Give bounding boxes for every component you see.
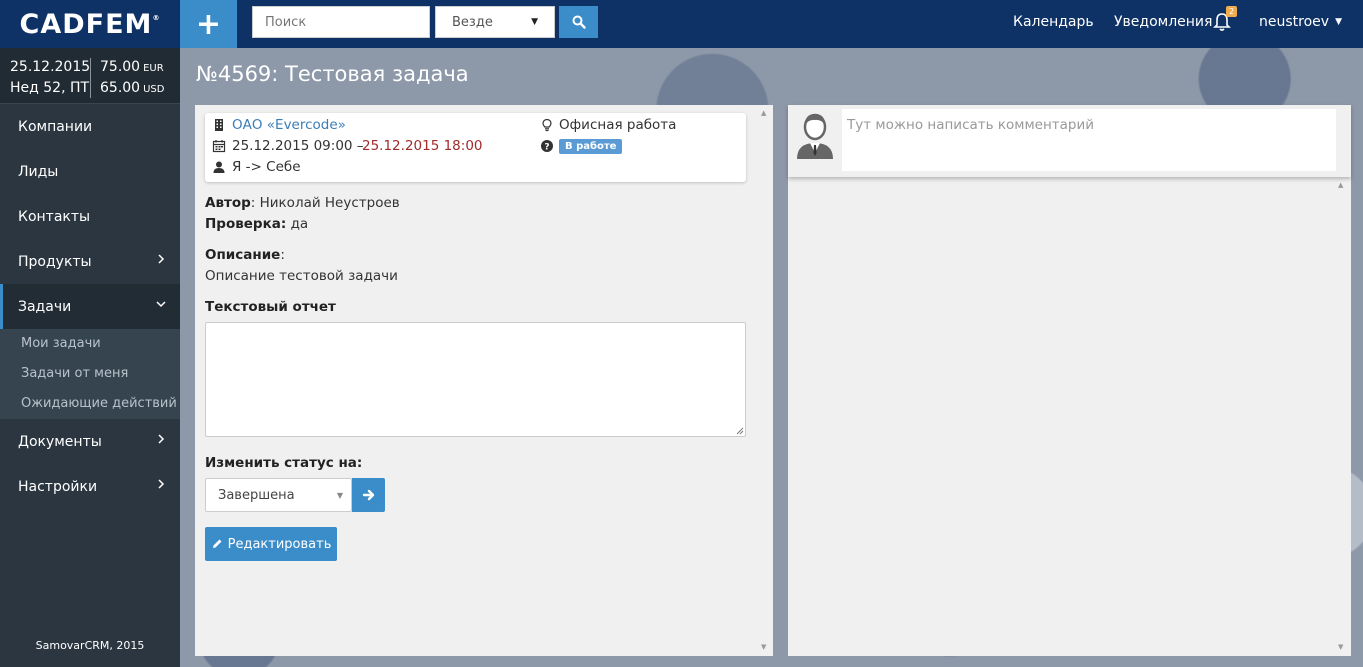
tasks-submenu: Мои задачи Задачи от меня Ожидающие дейс… <box>0 329 180 419</box>
chevron-down-icon <box>156 301 166 308</box>
sidebar-item-companies[interactable]: Компании <box>0 104 180 149</box>
page-title: №4569: Тестовая задача <box>196 62 469 86</box>
resize-grip-icon[interactable] <box>736 427 744 435</box>
author-field: Автор: Николай Неустроев <box>205 195 400 211</box>
scroll-down-arrow[interactable]: ▼ <box>1338 643 1343 651</box>
search-button[interactable] <box>559 6 598 38</box>
edit-button[interactable]: Редактировать <box>205 527 337 561</box>
apply-status-button[interactable] <box>352 478 385 512</box>
task-assignee: Я -> Себе <box>232 159 301 175</box>
sidebar-item-products[interactable]: Продукты <box>0 239 180 284</box>
lightbulb-icon <box>542 118 552 132</box>
task-start-date: 25.12.2015 09:00 – <box>232 138 364 154</box>
notifications-count-badge: 2 <box>1226 6 1238 17</box>
sidebar-item-leads[interactable]: Лиды <box>0 149 180 194</box>
description-label: Описание: <box>205 247 285 263</box>
current-week: Нед 52, ПТ <box>10 80 90 96</box>
company-link[interactable]: ОАО «Evercode» <box>232 117 346 133</box>
eur-rate: 75.00 EUR <box>100 59 164 75</box>
sidebar-item-tasks[interactable]: Задачи <box>0 284 180 329</box>
scroll-up-arrow[interactable]: ▲ <box>761 109 766 117</box>
user-icon <box>213 161 225 173</box>
date-rates-box: 25.12.2015 Нед 52, ПТ 75.00 EUR 65.00 USD <box>0 48 180 104</box>
scroll-down-arrow[interactable]: ▼ <box>761 643 766 651</box>
calendar-link[interactable]: Календарь <box>1013 0 1094 44</box>
sidebar-item-settings[interactable]: Настройки <box>0 464 180 509</box>
review-field: Проверка: да <box>205 216 309 232</box>
scroll-up-arrow[interactable]: ▲ <box>1338 181 1343 189</box>
submenu-item-awaiting-action[interactable]: Ожидающие действий <box>21 396 177 411</box>
chevron-right-icon <box>158 434 165 444</box>
description-text: Описание тестовой задачи <box>205 268 398 284</box>
status-badge: В работе <box>559 139 623 154</box>
submenu-item-my-tasks[interactable]: Мои задачи <box>21 336 101 351</box>
status-select[interactable]: Завершена ▼ <box>205 478 352 512</box>
report-textarea[interactable] <box>205 322 746 437</box>
add-button[interactable]: + <box>180 0 237 48</box>
question-circle-icon[interactable]: ? <box>540 139 554 153</box>
plus-icon: + <box>195 6 222 42</box>
user-menu[interactable]: neustroev ▼ <box>1259 0 1342 44</box>
avatar <box>797 113 833 159</box>
divider <box>90 58 91 98</box>
comment-input[interactable]: Тут можно написать комментарий <box>842 109 1336 171</box>
current-date: 25.12.2015 <box>10 59 91 75</box>
footer-copyright: SamovarCRM, 2015 <box>35 639 145 652</box>
usd-rate: 65.00 USD <box>100 80 165 96</box>
task-end-date: 25.12.2015 18:00 <box>362 138 483 154</box>
notifications-link[interactable]: Уведомления <box>1114 0 1212 44</box>
sidebar-item-documents[interactable]: Документы <box>0 419 180 464</box>
sidebar-item-contacts[interactable]: Контакты <box>0 194 180 239</box>
pencil-icon <box>212 539 222 548</box>
arrow-right-icon <box>362 489 374 501</box>
chevron-right-icon <box>158 254 165 264</box>
chevron-right-icon <box>158 479 165 489</box>
report-label: Текстовый отчет <box>205 299 336 315</box>
submenu-item-tasks-from-me[interactable]: Задачи от меня <box>21 366 128 381</box>
caret-down-icon: ▼ <box>531 17 538 27</box>
change-status-label: Изменить статус на: <box>205 455 363 471</box>
caret-down-icon: ▼ <box>1335 17 1342 27</box>
search-input[interactable] <box>252 6 430 38</box>
search-scope-select[interactable]: Везде ▼ <box>435 6 555 38</box>
svg-text:?: ? <box>544 143 549 153</box>
work-type: Офисная работа <box>559 117 677 133</box>
calendar-icon <box>212 140 226 153</box>
building-icon <box>215 119 223 131</box>
logo[interactable]: CADFEM ® <box>0 0 180 48</box>
caret-down-icon: ▼ <box>336 490 343 500</box>
comments-panel <box>788 105 1351 656</box>
search-icon <box>572 15 586 29</box>
